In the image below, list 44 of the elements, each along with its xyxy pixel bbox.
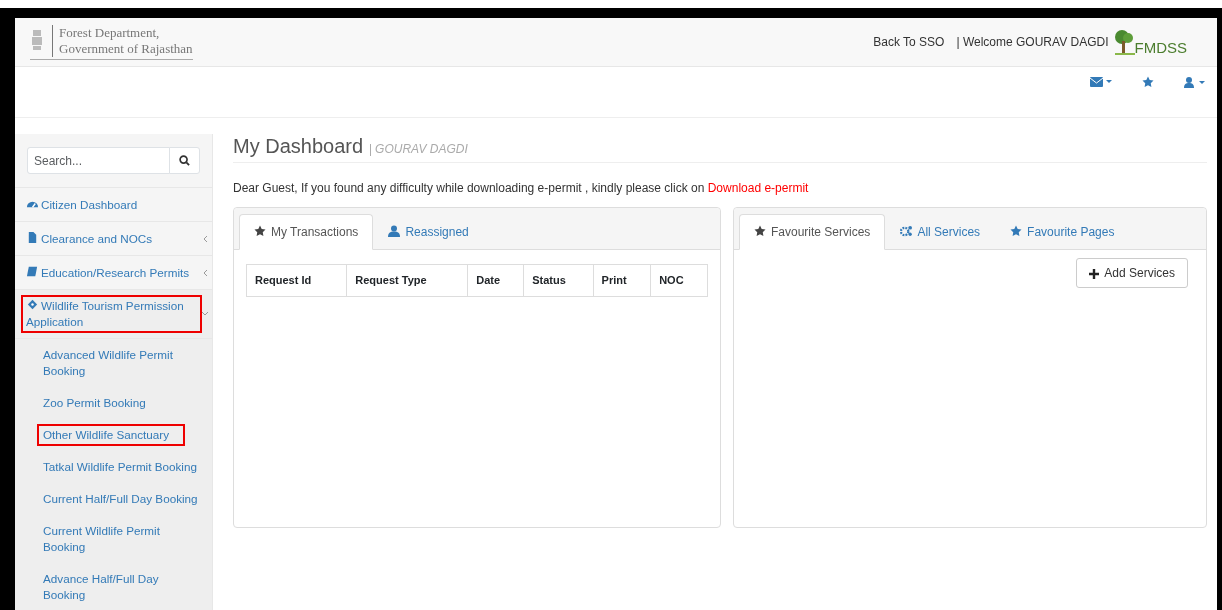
star-icon [1010,225,1023,237]
department-name: Forest Department, [59,24,161,41]
submenu-item[interactable]: Current Half/Full Day Booking [15,483,212,515]
column-header: Request Type [346,264,468,296]
book-icon [26,264,39,278]
panel-tab[interactable]: All Services [885,214,996,250]
column-header: Request Id [246,264,347,296]
panel-tab[interactable]: Favourite Pages [995,214,1130,250]
star-icon [254,225,266,237]
panel-tab[interactable]: Reassigned [373,214,484,250]
submenu-item[interactable]: Current Wildlife Permit Booking [15,515,212,563]
user-icon[interactable] [1184,76,1205,88]
sidebar-item[interactable]: Clearance and NOCs [15,222,212,256]
sidebar-item[interactable]: Wildlife Tourism Permission Application [15,290,212,339]
column-header: Date [467,264,524,296]
submenu-item[interactable]: Tatkal Wildlife Permit Booking [15,451,212,483]
search-icon [179,155,190,167]
submenu-item[interactable]: Advance Half/Full Day Booking [15,563,212,610]
brand-logo: FMDSS [1112,29,1187,55]
back-link[interactable]: Back To SSO [873,33,945,51]
submenu-item[interactable]: Other Wildlife Sanctuary [15,419,212,451]
user-icon [388,225,401,237]
page-subtitle: | GOURAV DAGDI [368,142,468,156]
mail-icon[interactable] [1090,77,1112,87]
submenu-item[interactable]: Advanced Wildlife Permit Booking [15,339,212,387]
column-header: NOC [650,264,708,296]
welcome-text: | Welcome GOURAV DAGDI [956,34,1109,51]
panel-tab[interactable]: My Transactions [239,214,374,250]
add-services-button[interactable]: Add Services [1076,258,1188,288]
column-header: Status [523,264,594,296]
panel-tab[interactable]: Favourite Services [739,214,886,250]
plus-icon [1089,268,1100,279]
star-icon[interactable] [1142,76,1154,88]
government-name: Government of Rajasthan [59,40,193,57]
star-icon [754,225,766,237]
search-button[interactable] [169,147,200,174]
download-link[interactable]: Download e-permit [707,181,809,195]
notice-text: Dear Guest, If you found any difficulty while downloading e-permit , kindly please click on Download e-permit [233,180,810,197]
document-icon [26,230,39,244]
column-header: Print [593,264,651,296]
page-title: My Dashboard [233,135,364,157]
submenu-item[interactable]: Zoo Permit Booking [15,387,212,419]
sidebar-item[interactable]: Citizen Dashboard [15,188,212,222]
search-field[interactable]: Search... [27,147,170,174]
